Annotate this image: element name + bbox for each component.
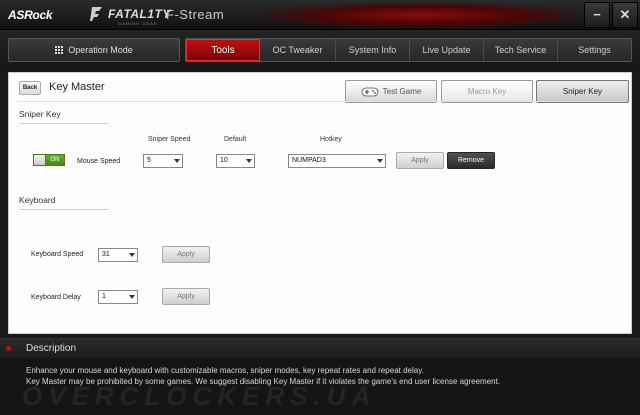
keyboard-speed-apply-button[interactable]: Apply: [162, 246, 210, 263]
fatal1ty-icon: [90, 7, 102, 21]
chevron-down-icon: [174, 159, 180, 163]
app-title: F-Stream: [166, 7, 225, 22]
keyboard-speed-value: 31: [102, 251, 110, 258]
sniper-speed-value: 5: [147, 157, 151, 164]
sniper-key-button[interactable]: Sniper Key: [536, 80, 629, 103]
tab-bar: Operation Mode Tools OC Tweaker System I…: [0, 30, 640, 70]
toggle-state: ON: [46, 155, 64, 165]
sniper-speed-select[interactable]: 5: [143, 154, 183, 168]
watermark: OVERCLOCKERS.UA: [22, 381, 377, 411]
operation-mode-label: Operation Mode: [68, 45, 133, 55]
default-speed-select[interactable]: 10: [216, 154, 255, 168]
fatal1ty-logo: FATAL1TY: [108, 7, 171, 21]
sniper-toggle[interactable]: ON: [33, 154, 65, 166]
keyboard-speed-select[interactable]: 31: [98, 248, 138, 262]
main-tabs: Tools OC Tweaker System Info Live Update…: [185, 38, 632, 62]
test-game-label: Test Game: [382, 87, 422, 96]
chevron-down-icon: [129, 253, 135, 257]
keyboard-section-title: Keyboard: [19, 195, 109, 210]
tab-oc-tweaker[interactable]: OC Tweaker: [260, 39, 336, 61]
keyboard-delay-apply-button[interactable]: Apply: [162, 288, 210, 305]
chevron-down-icon: [129, 295, 135, 299]
description-bullet-icon: [6, 346, 11, 351]
test-game-button[interactable]: Test Game: [345, 80, 437, 103]
description-line-1: Enhance your mouse and keyboard with cus…: [26, 366, 424, 375]
close-button[interactable]: ✕: [612, 2, 638, 28]
operation-mode-button[interactable]: Operation Mode: [8, 38, 180, 62]
keyboard-delay-value: 1: [102, 293, 106, 300]
hotkey-value: NUMPAD3: [292, 157, 326, 164]
sniper-key-section-title: Sniper Key: [19, 109, 109, 124]
sniper-speed-header: Sniper Speed: [148, 136, 191, 143]
default-header: Default: [224, 136, 247, 143]
mouse-speed-label: Mouse Speed: [77, 158, 121, 165]
title-glow: [260, 2, 580, 28]
keyboard-delay-label: Keyboard Delay: [31, 294, 81, 301]
macro-key-button[interactable]: Macro Key: [441, 80, 533, 103]
sniper-remove-button[interactable]: Remove: [447, 152, 495, 169]
hotkey-header: Hotkey: [320, 136, 342, 143]
default-speed-value: 10: [220, 157, 228, 164]
keyboard-speed-label: Keyboard Speed: [31, 251, 84, 258]
asrock-logo: ASRock: [8, 8, 53, 22]
sniper-apply-button[interactable]: Apply: [396, 152, 444, 169]
description-bar: Description: [0, 338, 640, 358]
tab-settings[interactable]: Settings: [558, 39, 631, 61]
toggle-knob: [34, 155, 46, 165]
tab-tools[interactable]: Tools: [186, 39, 260, 61]
gamepad-icon: [361, 87, 379, 96]
main-panel: Back Key Master Test Game Macro Key Snip…: [8, 72, 632, 334]
tab-tech-service[interactable]: Tech Service: [484, 39, 558, 61]
tab-live-update[interactable]: Live Update: [410, 39, 484, 61]
minimize-button[interactable]: −: [584, 2, 610, 28]
back-button[interactable]: Back: [19, 81, 41, 95]
description-title: Description: [26, 343, 77, 354]
page-title: Key Master: [49, 81, 105, 93]
title-bar: ASRock FATAL1TY GAMING GEAR F-Stream − ✕: [0, 0, 640, 30]
tab-system-info[interactable]: System Info: [336, 39, 410, 61]
keyboard-delay-select[interactable]: 1: [98, 290, 138, 304]
chevron-down-icon: [246, 159, 252, 163]
fatal1ty-subtitle: GAMING GEAR: [118, 21, 158, 26]
grid-icon: [55, 46, 64, 54]
hotkey-select[interactable]: NUMPAD3: [288, 154, 386, 168]
chevron-down-icon: [377, 159, 383, 163]
